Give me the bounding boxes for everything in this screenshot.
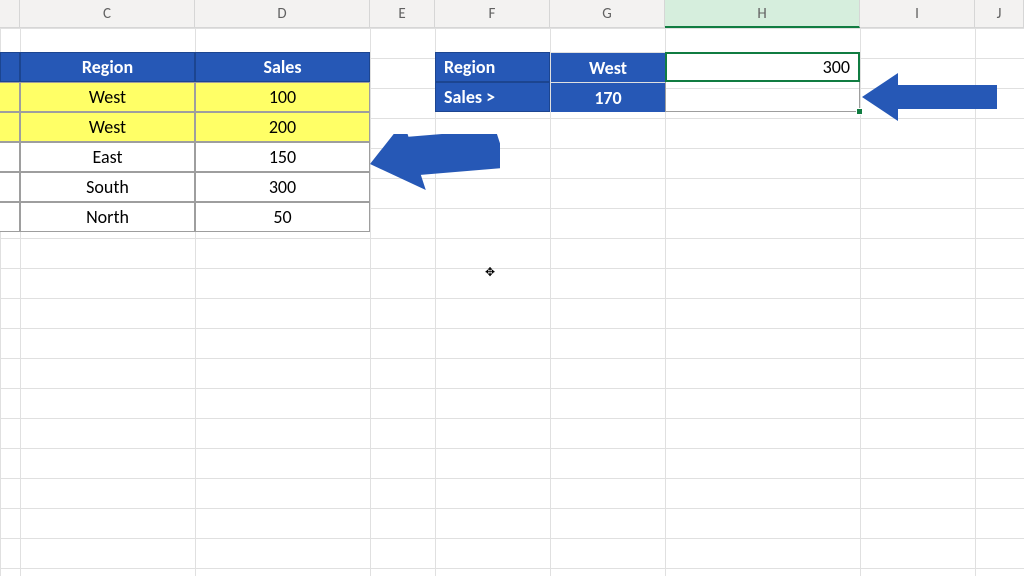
table-cell-sales[interactable]: 100	[195, 82, 370, 112]
criteria-sales-label[interactable]: Sales >	[435, 82, 550, 112]
criteria-region-value[interactable]: West	[550, 52, 665, 82]
gridline-v	[370, 28, 371, 576]
criteria-sales-value[interactable]: 170	[550, 82, 665, 112]
gridline-h	[0, 448, 1024, 449]
col-header-D[interactable]: D	[195, 0, 370, 28]
criteria-region-label[interactable]: Region	[435, 52, 550, 82]
table-row-stub[interactable]	[0, 202, 20, 232]
col-header-I[interactable]: I	[860, 0, 975, 28]
gridline-h	[0, 418, 1024, 419]
cell-below-result[interactable]	[665, 82, 860, 112]
table-cell-sales[interactable]: 200	[195, 112, 370, 142]
cursor-icon: ✥	[485, 265, 495, 280]
col-header-J[interactable]: J	[975, 0, 1024, 28]
gridline-h	[0, 568, 1024, 569]
gridline-h	[0, 538, 1024, 539]
table-cell-region[interactable]: West	[20, 82, 195, 112]
col-header-F[interactable]: F	[435, 0, 550, 28]
gridline-h	[0, 298, 1024, 299]
col-header-E[interactable]: E	[370, 0, 435, 28]
gridline-h	[0, 268, 1024, 269]
col-header-C[interactable]: C	[20, 0, 195, 28]
gridline-h	[0, 508, 1024, 509]
table-row-stub[interactable]	[0, 142, 20, 172]
result-cell[interactable]: 300	[665, 52, 860, 82]
table-cell-region[interactable]: South	[20, 172, 195, 202]
gridline-h	[0, 388, 1024, 389]
blue-arrow-left	[370, 134, 500, 234]
table-cell-region[interactable]: West	[20, 112, 195, 142]
blue-arrow-right	[862, 73, 997, 121]
gridline-h	[0, 358, 1024, 359]
table-row-stub[interactable]	[0, 172, 20, 202]
table-cell-region[interactable]: East	[20, 142, 195, 172]
table-cell-sales[interactable]: 50	[195, 202, 370, 232]
column-header-row: CDEFGHIJ	[0, 0, 1024, 28]
table-cell-sales[interactable]: 300	[195, 172, 370, 202]
table-cell-sales[interactable]: 150	[195, 142, 370, 172]
table-header-sales[interactable]: Sales	[195, 52, 370, 82]
gridline-h	[0, 328, 1024, 329]
table-header-region[interactable]: Region	[20, 52, 195, 82]
gridline-h	[0, 478, 1024, 479]
table-row-stub[interactable]	[0, 82, 20, 112]
gridline-h	[0, 238, 1024, 239]
col-header-H[interactable]: H	[665, 0, 860, 28]
table-row-stub[interactable]	[0, 112, 20, 142]
table-header-stub[interactable]	[0, 52, 20, 82]
gridline-h	[0, 28, 1024, 29]
col-header-stub[interactable]	[0, 0, 20, 28]
table-cell-region[interactable]: North	[20, 202, 195, 232]
col-header-G[interactable]: G	[550, 0, 665, 28]
